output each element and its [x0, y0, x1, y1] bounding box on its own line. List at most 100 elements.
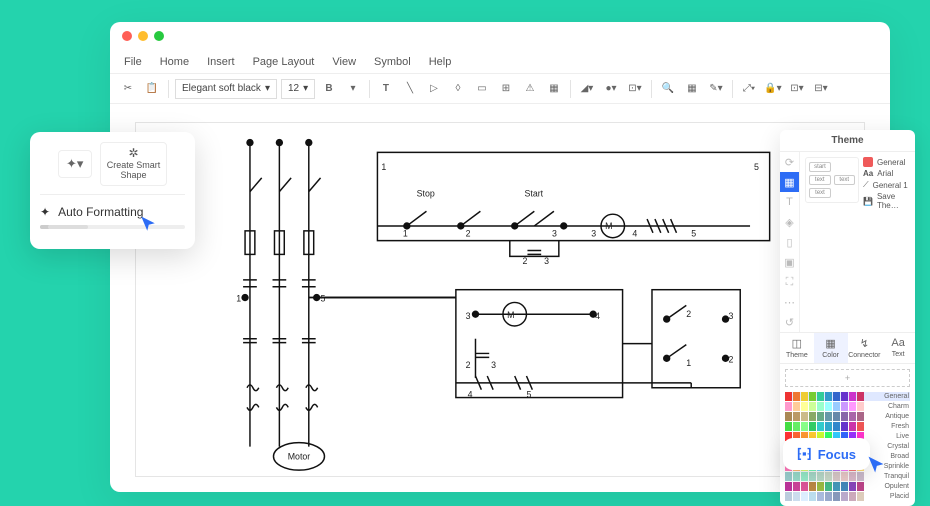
svg-text:M: M: [507, 310, 514, 320]
search-icon[interactable]: 🔍: [658, 79, 678, 99]
theme-option-list: General AaArial ⟋General 1 💾Save The…: [863, 157, 910, 210]
svg-text:3: 3: [491, 360, 496, 370]
line-tool-icon[interactable]: ╲: [400, 79, 420, 99]
font-select[interactable]: Elegant soft black▾: [175, 79, 277, 99]
crop-icon[interactable]: ⊡▾: [625, 79, 645, 99]
mode-theme[interactable]: ◫Theme: [780, 333, 814, 363]
svg-text:1: 1: [381, 162, 386, 172]
rect-icon[interactable]: ▭: [472, 79, 492, 99]
maximize-icon[interactable]: [154, 31, 164, 41]
svg-text:2: 2: [466, 360, 471, 370]
svg-text:2: 2: [523, 256, 528, 266]
theme-preview: start texttext text: [805, 157, 859, 203]
titlebar: [110, 22, 890, 50]
svg-text:5: 5: [321, 293, 326, 303]
tab-more-icon[interactable]: ⋯: [780, 292, 799, 312]
palette-row[interactable]: Tranquil: [785, 472, 910, 481]
toolbar: ✂ 📋 Elegant soft black▾ 12▾ B ▾ T ╲ ▷ ◊ …: [110, 74, 890, 104]
mode-connector[interactable]: ↯Connector: [848, 333, 882, 363]
svg-text:3: 3: [544, 256, 549, 266]
color-icon[interactable]: ●▾: [601, 79, 621, 99]
spark-icon: ✦: [40, 205, 50, 219]
close-icon[interactable]: [122, 31, 132, 41]
app-window: File Home Insert Page Layout View Symbol…: [110, 22, 890, 492]
theme-side-tabs: ⟳ ▦ T ◈ ▯ ▣ ⛶ ⋯ ↺: [780, 152, 800, 332]
tab-grid-icon[interactable]: ▦: [780, 172, 799, 192]
add-palette-button[interactable]: +: [785, 369, 910, 387]
svg-text:Stop: Stop: [417, 189, 435, 199]
svg-text:3: 3: [728, 311, 733, 321]
auto-format-card: ✦▾ ✲ Create Smart Shape ✦ Auto Formattin…: [30, 132, 195, 249]
svg-text:4: 4: [632, 229, 637, 239]
menu-home[interactable]: Home: [160, 56, 189, 68]
theme-option[interactable]: General: [863, 157, 910, 167]
mode-text[interactable]: AaText: [881, 333, 915, 363]
warn-icon[interactable]: ⚠: [520, 79, 540, 99]
svg-text:3: 3: [591, 229, 596, 239]
focus-icon: ⁅▪⁆: [797, 446, 812, 462]
layout-icon[interactable]: ▦: [544, 79, 564, 99]
align-icon[interactable]: ⊞: [496, 79, 516, 99]
svg-text:5: 5: [754, 162, 759, 172]
menu-file[interactable]: File: [124, 56, 142, 68]
theme-option[interactable]: ⟋General 1: [863, 180, 910, 190]
focus-button[interactable]: ⁅▪⁆ Focus: [783, 438, 870, 470]
svg-text:4: 4: [468, 390, 473, 400]
text-tool-icon[interactable]: T: [376, 79, 396, 99]
pointer-icon[interactable]: ▷: [424, 79, 444, 99]
resize-icon[interactable]: ⤢▾: [739, 79, 759, 99]
more-text-icon[interactable]: ▾: [343, 79, 363, 99]
menu-help[interactable]: Help: [429, 56, 452, 68]
svg-text:2: 2: [728, 354, 733, 364]
send-icon[interactable]: ⊟▾: [811, 79, 831, 99]
palette-row[interactable]: Charm: [785, 402, 910, 411]
shape-icon[interactable]: ◊: [448, 79, 468, 99]
font-size[interactable]: 12▾: [281, 79, 315, 99]
palette-row[interactable]: Antique: [785, 412, 910, 421]
palette-row[interactable]: Opulent: [785, 482, 910, 491]
svg-text:1: 1: [403, 229, 408, 239]
menu-page-layout[interactable]: Page Layout: [253, 56, 315, 68]
minimize-icon[interactable]: [138, 31, 148, 41]
mode-color[interactable]: ▦Color: [814, 333, 848, 363]
svg-text:5: 5: [526, 390, 531, 400]
tab-page-icon[interactable]: ▯: [780, 232, 799, 252]
lock-icon[interactable]: 🔒▾: [763, 79, 783, 99]
palette-row[interactable]: General: [785, 392, 910, 401]
cursor-icon: [139, 215, 157, 238]
tab-history-icon[interactable]: ↺: [780, 312, 799, 332]
svg-text:2: 2: [686, 309, 691, 319]
svg-text:M: M: [605, 221, 612, 231]
tab-text-icon[interactable]: T: [780, 192, 799, 212]
pen-icon[interactable]: ✎▾: [706, 79, 726, 99]
menu-view[interactable]: View: [332, 56, 356, 68]
auto-format-slider[interactable]: [40, 225, 185, 229]
bold-icon[interactable]: B: [319, 79, 339, 99]
grid-icon[interactable]: ▦: [682, 79, 702, 99]
tab-layers-icon[interactable]: ◈: [780, 212, 799, 232]
tab-recent-icon[interactable]: ⟳: [780, 152, 799, 172]
fill-icon[interactable]: ◢▾: [577, 79, 597, 99]
tab-expand-icon[interactable]: ⛶: [780, 272, 799, 292]
palette-row[interactable]: Fresh: [785, 422, 910, 431]
menu-symbol[interactable]: Symbol: [374, 56, 411, 68]
auto-formatting-button[interactable]: ✦ Auto Formatting: [40, 205, 185, 219]
spark-icon[interactable]: ✦▾: [58, 150, 92, 178]
group-icon[interactable]: ⊡▾: [787, 79, 807, 99]
theme-mode-tabs: ◫Theme ▦Color ↯Connector AaText: [780, 332, 915, 364]
canvas[interactable]: 1 5 Stop Start 1 2 3 3 M 4 5 2 3 M 3 4 2…: [135, 122, 865, 477]
svg-text:5: 5: [691, 229, 696, 239]
theme-title: Theme: [780, 130, 915, 152]
smart-shape-icon: ✲: [128, 147, 138, 160]
tab-image-icon[interactable]: ▣: [780, 252, 799, 272]
create-smart-shape-button[interactable]: ✲ Create Smart Shape: [100, 142, 168, 186]
svg-text:3: 3: [466, 311, 471, 321]
cut-icon[interactable]: ✂: [118, 79, 138, 99]
circuit-diagram: 1 5 Stop Start 1 2 3 3 M 4 5 2 3 M 3 4 2…: [136, 123, 864, 476]
theme-option[interactable]: AaArial: [863, 169, 910, 178]
menu-insert[interactable]: Insert: [207, 56, 235, 68]
svg-text:Start: Start: [525, 189, 544, 199]
svg-text:2: 2: [466, 229, 471, 239]
theme-option[interactable]: 💾Save The…: [863, 192, 910, 210]
paste-icon[interactable]: 📋: [142, 79, 162, 99]
